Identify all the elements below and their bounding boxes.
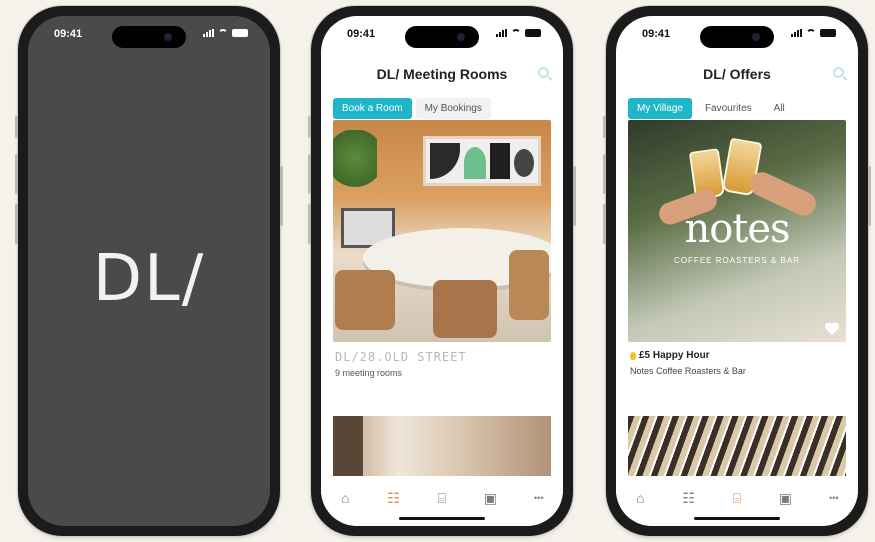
tab-book-a-room[interactable]: Book a Room	[333, 98, 412, 119]
signal-icon	[496, 29, 507, 37]
page-title: DL/ Meeting Rooms	[376, 66, 508, 82]
phone-splash: 09:41 DL/	[15, 6, 283, 536]
home-indicator	[399, 517, 485, 520]
room-image[interactable]	[333, 120, 551, 342]
room-count: 9 meeting rooms	[335, 368, 403, 378]
offer-title-text: £5 Happy Hour	[639, 350, 710, 361]
offer-image[interactable]: notes COFFEE ROASTERS & BAR	[628, 120, 846, 342]
more-icon[interactable]: •••	[822, 490, 846, 503]
battery-icon	[525, 29, 541, 37]
status-time: 09:41	[347, 28, 376, 40]
offer-brand-tagline: COFFEE ROASTERS & BAR	[674, 256, 800, 265]
tab-all[interactable]: All	[765, 98, 794, 119]
gift-icon[interactable]: ⌸	[430, 490, 454, 507]
dynamic-island	[405, 26, 479, 48]
page-title: DL/ Offers	[703, 66, 771, 82]
bottom-nav: ⌂ ☷ ⌸ ▣ •••	[616, 476, 858, 526]
search-icon[interactable]	[538, 67, 549, 78]
bottom-nav: ⌂ ☷ ⌸ ▣ •••	[321, 476, 563, 526]
signal-icon	[203, 29, 214, 37]
offer-venue: Notes Coffee Roasters & Bar	[630, 366, 746, 376]
meeting-rooms-screen: 09:41 DL/ Meeting Rooms Book a Room My B…	[321, 16, 563, 526]
app-showcase: 09:41 DL/ 09:41 DL/ Meeting Rooms Book a…	[0, 0, 875, 542]
offer-brand-logo: notes	[684, 206, 790, 252]
signal-icon	[791, 29, 802, 37]
status-time: 09:41	[54, 28, 83, 40]
lightbulb-icon	[630, 351, 636, 360]
calendar-icon[interactable]: ▣	[478, 490, 502, 507]
home-indicator	[694, 517, 780, 520]
room-title[interactable]: DL/28.OLD STREET	[335, 350, 467, 364]
status-time: 09:41	[642, 28, 671, 40]
dynamic-island	[700, 26, 774, 48]
wifi-icon	[218, 29, 228, 37]
tab-bar: My Village Favourites All	[628, 98, 846, 119]
offers-screen: 09:41 DL/ Offers My Village Favourites A…	[616, 16, 858, 526]
calendar-icon[interactable]: ▣	[773, 490, 797, 507]
heart-icon[interactable]	[824, 322, 840, 336]
room-icon[interactable]: ☷	[382, 490, 406, 507]
room-icon[interactable]: ☷	[677, 490, 701, 507]
tab-bar: Book a Room My Bookings	[333, 98, 551, 119]
gift-icon[interactable]: ⌸	[725, 490, 749, 507]
tab-my-bookings[interactable]: My Bookings	[415, 98, 491, 119]
battery-icon	[232, 29, 248, 37]
tab-favourites[interactable]: Favourites	[696, 98, 761, 119]
tab-my-village[interactable]: My Village	[628, 98, 692, 119]
brand-logo: DL/	[92, 242, 206, 316]
app-header: DL/ Meeting Rooms	[321, 60, 563, 88]
offer-title[interactable]: £5 Happy Hour	[630, 350, 710, 361]
splash-screen: 09:41 DL/	[28, 16, 270, 526]
phone-meeting-rooms: 09:41 DL/ Meeting Rooms Book a Room My B…	[308, 6, 576, 536]
search-icon[interactable]	[833, 67, 844, 78]
dynamic-island	[112, 26, 186, 48]
wifi-icon	[511, 29, 521, 37]
home-icon[interactable]: ⌂	[333, 490, 357, 506]
battery-icon	[820, 29, 836, 37]
phone-offers: 09:41 DL/ Offers My Village Favourites A…	[603, 6, 871, 536]
app-header: DL/ Offers	[616, 60, 858, 88]
more-icon[interactable]: •••	[527, 490, 551, 503]
home-icon[interactable]: ⌂	[628, 490, 652, 506]
wifi-icon	[806, 29, 816, 37]
